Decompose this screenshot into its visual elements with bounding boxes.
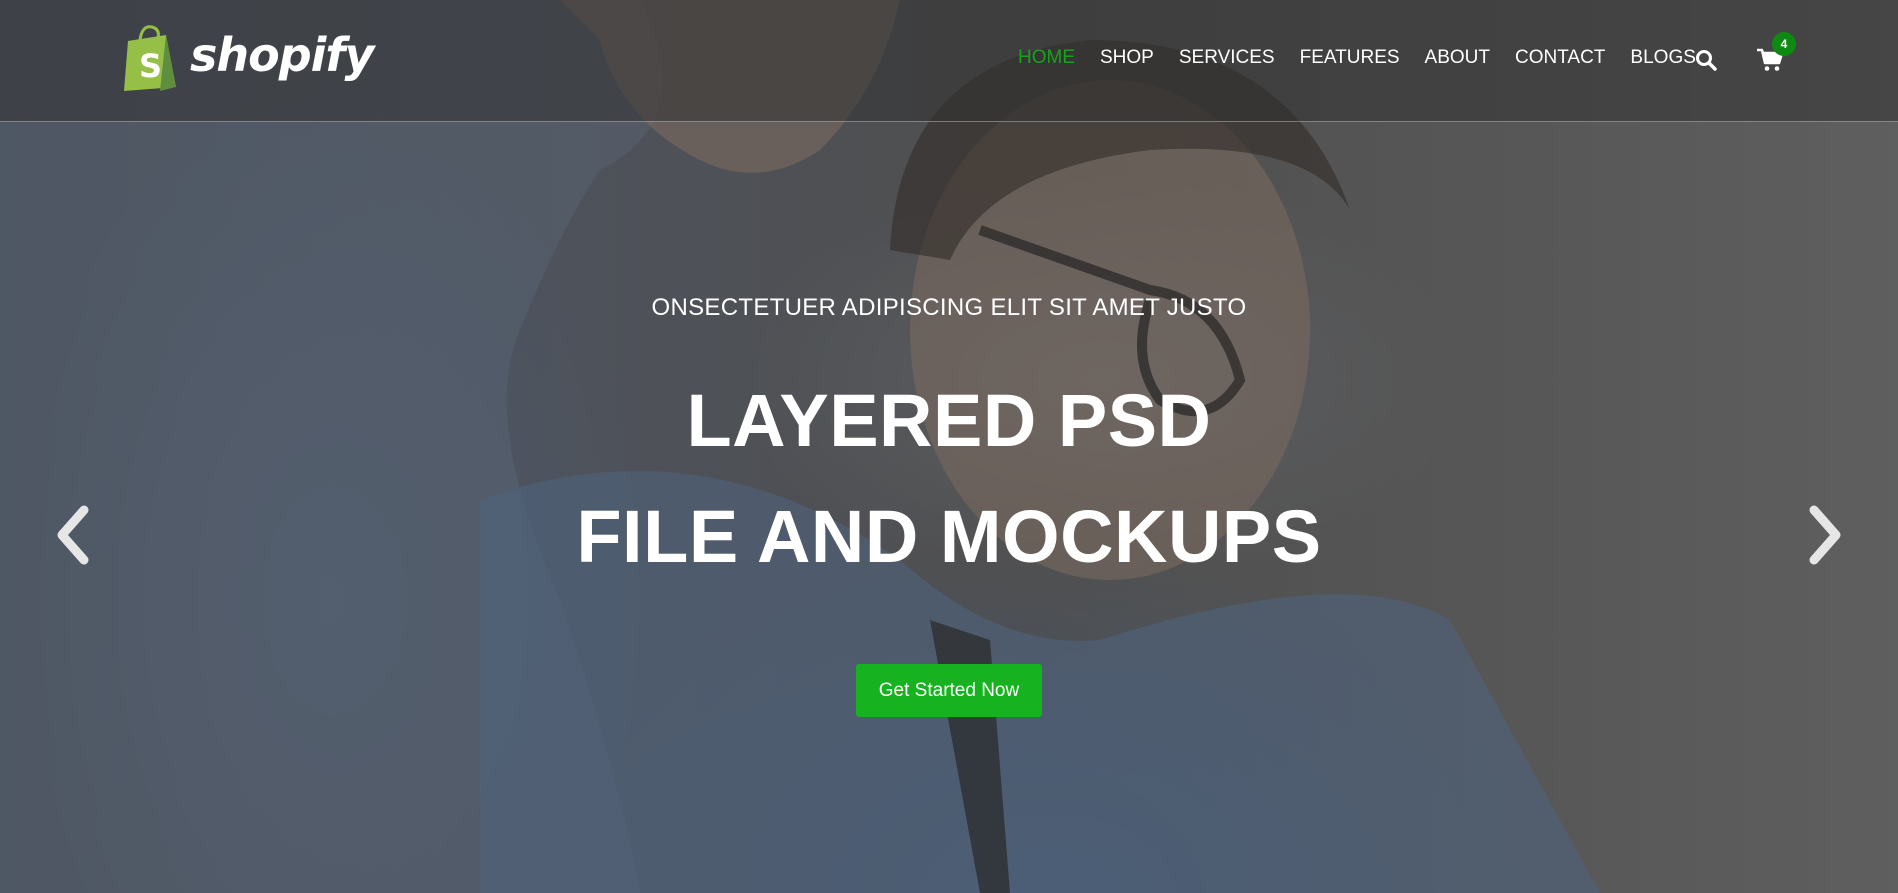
slider-prev-button[interactable] [48, 500, 98, 570]
svg-text:S: S [139, 47, 162, 85]
slider-next-button[interactable] [1800, 500, 1850, 570]
get-started-button[interactable]: Get Started Now [856, 664, 1042, 717]
chevron-right-icon [1809, 505, 1841, 565]
nav-item-about[interactable]: ABOUT [1425, 47, 1490, 69]
shopify-logo[interactable]: S shopify [120, 22, 374, 94]
nav-item-blogs[interactable]: BLOGS [1630, 47, 1695, 69]
shopping-bag-logo-icon: S [124, 25, 176, 91]
nav-item-contact[interactable]: CONTACT [1515, 47, 1605, 69]
main-nav: HOME SHOP SERVICES FEATURES ABOUT CONTAC… [1018, 47, 1721, 69]
hero-headline-line1: LAYERED PSD [686, 379, 1212, 462]
chevron-left-icon [57, 505, 89, 565]
search-button[interactable] [1694, 48, 1718, 72]
nav-item-features[interactable]: FEATURES [1300, 47, 1400, 69]
brand-name: shopify [190, 28, 374, 82]
hero-headline-line2: FILE AND MOCKUPS [576, 495, 1322, 578]
hero-subtitle: ONSECTETUER ADIPISCING ELIT SIT AMET JUS… [651, 294, 1247, 321]
nav-item-shop[interactable]: SHOP [1100, 47, 1154, 69]
nav-item-home[interactable]: HOME [1018, 47, 1075, 69]
top-navbar: S shopify HOME SHOP SERVICES FEATURES AB… [0, 0, 1898, 122]
cart-count-badge: 4 [1772, 32, 1796, 56]
nav-item-services[interactable]: SERVICES [1179, 47, 1275, 69]
search-icon [1696, 50, 1717, 71]
